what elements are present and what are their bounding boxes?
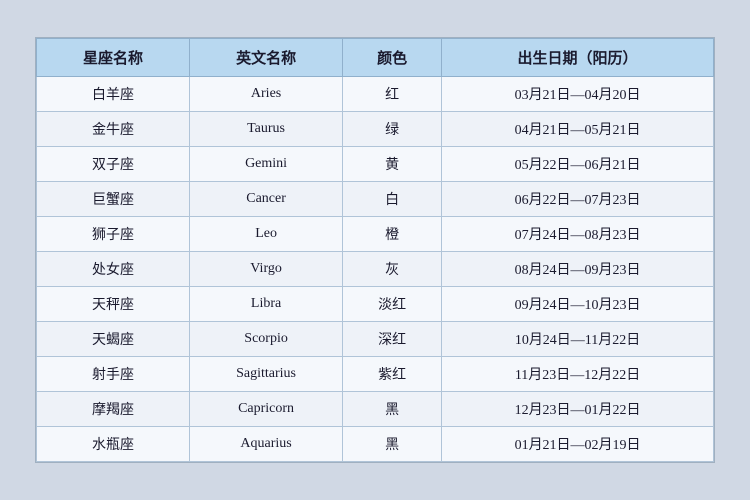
cell-english-name: Virgo xyxy=(190,252,343,287)
cell-dates: 04月21日—05月21日 xyxy=(442,112,714,147)
cell-english-name: Capricorn xyxy=(190,392,343,427)
cell-dates: 05月22日—06月21日 xyxy=(442,147,714,182)
cell-color: 橙 xyxy=(343,217,442,252)
zodiac-table: 星座名称 英文名称 颜色 出生日期（阳历） 白羊座Aries红03月21日—04… xyxy=(36,38,714,462)
table-row: 射手座Sagittarius紫红11月23日—12月22日 xyxy=(37,357,714,392)
cell-chinese-name: 天蝎座 xyxy=(37,322,190,357)
cell-color: 白 xyxy=(343,182,442,217)
cell-dates: 11月23日—12月22日 xyxy=(442,357,714,392)
cell-chinese-name: 摩羯座 xyxy=(37,392,190,427)
cell-color: 黄 xyxy=(343,147,442,182)
cell-color: 绿 xyxy=(343,112,442,147)
cell-dates: 09月24日—10月23日 xyxy=(442,287,714,322)
cell-dates: 06月22日—07月23日 xyxy=(442,182,714,217)
cell-color: 黑 xyxy=(343,392,442,427)
table-row: 白羊座Aries红03月21日—04月20日 xyxy=(37,77,714,112)
table-row: 金牛座Taurus绿04月21日—05月21日 xyxy=(37,112,714,147)
table-row: 双子座Gemini黄05月22日—06月21日 xyxy=(37,147,714,182)
cell-dates: 07月24日—08月23日 xyxy=(442,217,714,252)
table-row: 处女座Virgo灰08月24日—09月23日 xyxy=(37,252,714,287)
header-color: 颜色 xyxy=(343,39,442,77)
cell-dates: 08月24日—09月23日 xyxy=(442,252,714,287)
cell-english-name: Aries xyxy=(190,77,343,112)
cell-dates: 10月24日—11月22日 xyxy=(442,322,714,357)
cell-color: 深红 xyxy=(343,322,442,357)
table-row: 天秤座Libra淡红09月24日—10月23日 xyxy=(37,287,714,322)
cell-english-name: Leo xyxy=(190,217,343,252)
zodiac-table-container: 星座名称 英文名称 颜色 出生日期（阳历） 白羊座Aries红03月21日—04… xyxy=(35,37,715,463)
cell-chinese-name: 双子座 xyxy=(37,147,190,182)
cell-english-name: Libra xyxy=(190,287,343,322)
header-dates: 出生日期（阳历） xyxy=(442,39,714,77)
cell-color: 灰 xyxy=(343,252,442,287)
cell-english-name: Sagittarius xyxy=(190,357,343,392)
cell-chinese-name: 金牛座 xyxy=(37,112,190,147)
cell-english-name: Aquarius xyxy=(190,427,343,462)
cell-color: 紫红 xyxy=(343,357,442,392)
table-row: 天蝎座Scorpio深红10月24日—11月22日 xyxy=(37,322,714,357)
cell-dates: 01月21日—02月19日 xyxy=(442,427,714,462)
cell-color: 红 xyxy=(343,77,442,112)
table-header-row: 星座名称 英文名称 颜色 出生日期（阳历） xyxy=(37,39,714,77)
table-row: 摩羯座Capricorn黑12月23日—01月22日 xyxy=(37,392,714,427)
cell-color: 淡红 xyxy=(343,287,442,322)
header-english-name: 英文名称 xyxy=(190,39,343,77)
cell-color: 黑 xyxy=(343,427,442,462)
cell-chinese-name: 处女座 xyxy=(37,252,190,287)
cell-dates: 12月23日—01月22日 xyxy=(442,392,714,427)
table-row: 水瓶座Aquarius黑01月21日—02月19日 xyxy=(37,427,714,462)
cell-chinese-name: 射手座 xyxy=(37,357,190,392)
header-chinese-name: 星座名称 xyxy=(37,39,190,77)
cell-chinese-name: 狮子座 xyxy=(37,217,190,252)
cell-english-name: Taurus xyxy=(190,112,343,147)
cell-chinese-name: 天秤座 xyxy=(37,287,190,322)
cell-dates: 03月21日—04月20日 xyxy=(442,77,714,112)
table-row: 巨蟹座Cancer白06月22日—07月23日 xyxy=(37,182,714,217)
table-row: 狮子座Leo橙07月24日—08月23日 xyxy=(37,217,714,252)
cell-english-name: Cancer xyxy=(190,182,343,217)
cell-chinese-name: 水瓶座 xyxy=(37,427,190,462)
cell-english-name: Scorpio xyxy=(190,322,343,357)
cell-english-name: Gemini xyxy=(190,147,343,182)
cell-chinese-name: 白羊座 xyxy=(37,77,190,112)
cell-chinese-name: 巨蟹座 xyxy=(37,182,190,217)
